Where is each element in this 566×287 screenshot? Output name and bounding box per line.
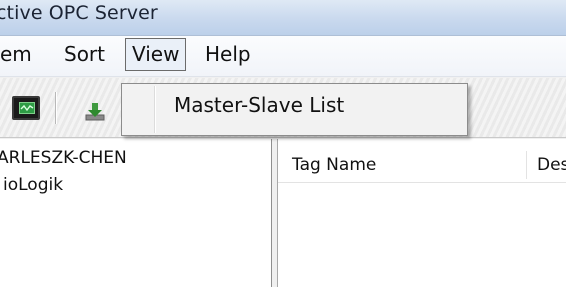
import-icon[interactable] xyxy=(82,100,108,122)
menu-bar: em Sort View Help xyxy=(0,36,566,77)
column-divider[interactable] xyxy=(526,151,527,179)
import-glyph xyxy=(85,103,105,121)
view-dropdown-menu: Master-Slave List xyxy=(121,83,468,136)
column-description[interactable]: Des xyxy=(537,147,566,183)
menu-item[interactable]: em xyxy=(0,36,38,74)
menu-icon-gutter xyxy=(154,86,156,133)
monitor-screen xyxy=(19,102,35,114)
column-tag-name[interactable]: Tag Name xyxy=(292,147,376,183)
tree-node-iologik[interactable]: ioLogik xyxy=(3,175,63,195)
tag-list-header: Tag Name Des xyxy=(278,147,566,183)
title-bar: ctive OPC Server xyxy=(0,0,566,36)
menu-help[interactable]: Help xyxy=(199,36,257,74)
window-title: ctive OPC Server xyxy=(0,2,158,24)
menu-item-master-slave-list[interactable]: Master-Slave List xyxy=(174,92,344,118)
menu-view[interactable]: View xyxy=(125,38,187,71)
toolbar-separator xyxy=(55,92,57,124)
device-tree-pane: ARLESZK-CHEN ioLogik xyxy=(0,139,272,287)
tree-node-host[interactable]: ARLESZK-CHEN xyxy=(0,148,127,168)
menu-sort[interactable]: Sort xyxy=(58,36,111,74)
monitor-icon[interactable] xyxy=(12,96,40,120)
waveform-icon xyxy=(20,104,34,112)
